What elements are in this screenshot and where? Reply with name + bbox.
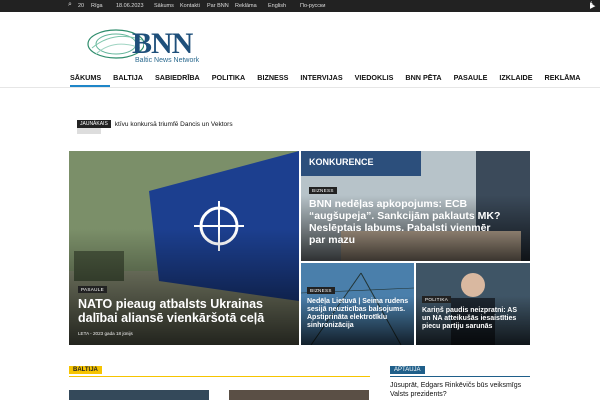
date: 18.06.2023 <box>116 3 144 9</box>
article-meta: LETA - 2023 gada 18 jūnijs <box>78 331 133 336</box>
site-logo[interactable]: BNN Baltic News Network <box>84 24 214 68</box>
nav-item-bnn-peta[interactable]: BNN PĒTA <box>405 69 450 87</box>
featured-article-top-right[interactable]: KONKURENCE BIZNESS BNN nedēļas apkopojum… <box>301 151 530 261</box>
search-icon[interactable]: ⌕ <box>68 1 72 9</box>
nav-divider <box>0 87 600 88</box>
konkurence-label: KONKURENCE <box>309 157 374 167</box>
nav-item-viedoklis[interactable]: VIEDOKLIS <box>355 69 403 87</box>
nav-item-bizness[interactable]: BIZNESS <box>257 69 297 87</box>
headline[interactable]: NATO pieaug atbalsts Ukrainas dalībai al… <box>78 297 288 326</box>
headline[interactable]: Nedēļa Lietuvā | Seima rudens sesijā neu… <box>307 298 411 330</box>
section-baltija[interactable]: BALTIJA <box>69 366 102 374</box>
news-ticker: JAUNĀKAIS ktīvu konkursā triumfē Dancis … <box>77 119 377 134</box>
featured-article-main[interactable]: PASAULE NATO pieaug atbalsts Ukrainas da… <box>69 151 299 345</box>
featured-article-bottom-right[interactable]: POLITIKA Kariņš paudis neizpratni: AS un… <box>416 263 530 345</box>
nav-item-politika[interactable]: POLITIKA <box>212 69 255 87</box>
nav-item-reklama[interactable]: REKLĀMA <box>545 69 590 87</box>
language-english[interactable]: English <box>268 3 286 9</box>
headline[interactable]: Kariņš paudis neizpratni: AS un NA attei… <box>422 307 527 331</box>
category-badge[interactable]: BIZNESS <box>307 287 335 294</box>
youtube-icon[interactable]: ▶ <box>590 2 595 10</box>
ticker-tag: JAUNĀKAIS <box>77 120 111 128</box>
section-aptauja[interactable]: APTAUJA <box>390 366 425 374</box>
top-bar: ⌕ 20 Rīga 18.06.2023 Sākums Kontakti Par… <box>0 0 600 12</box>
article-thumbnail[interactable] <box>69 390 209 400</box>
category-badge[interactable]: PASAULE <box>78 286 107 293</box>
section-aptauja-line <box>390 376 530 377</box>
top-link-contacts[interactable]: Kontakti <box>180 3 200 9</box>
nav-item-baltija[interactable]: BALTIJA <box>113 69 152 87</box>
article-thumbnail[interactable] <box>229 390 369 400</box>
language-russian[interactable]: По-русски <box>300 3 326 9</box>
ticker-controls[interactable] <box>77 128 101 134</box>
featured-article-bottom-left[interactable]: BIZNESS Nedēļa Lietuvā | Seima rudens se… <box>301 263 414 345</box>
top-link-about[interactable]: Par BNN <box>207 3 229 9</box>
logo-subtitle: Baltic News Network <box>135 57 200 64</box>
category-badge[interactable]: BIZNESS <box>309 187 337 194</box>
section-baltija-line <box>69 376 370 377</box>
nav-item-sabiedriba[interactable]: SABIEDRĪBA <box>155 69 209 87</box>
top-link-home[interactable]: Sākums <box>154 3 174 9</box>
nav-item-pasaule[interactable]: PASAULE <box>454 69 497 87</box>
main-nav: SĀKUMS BALTIJA SABIEDRĪBA POLITIKA BIZNE… <box>70 69 580 87</box>
top-link-ads[interactable]: Reklāma <box>235 3 257 9</box>
ticker-text[interactable]: ktīvu konkursā triumfē Dancis un Vektors <box>115 121 233 128</box>
nav-item-sakums[interactable]: SĀKUMS <box>70 69 111 87</box>
weather-city: Rīga <box>91 3 103 9</box>
poll-question[interactable]: Jūsuprāt, Edgars Rinkēvičs būs veiksmīgs… <box>390 381 530 399</box>
logo-title: BNN <box>132 27 193 60</box>
weather-temp: 20 <box>78 3 85 9</box>
nav-item-intervijas[interactable]: INTERVIJAS <box>300 69 351 87</box>
headline[interactable]: BNN nedēļas apkopojums: ECB “augšupeja”.… <box>309 198 509 246</box>
nav-item-izklaide[interactable]: IZKLAIDE <box>499 69 541 87</box>
category-badge[interactable]: POLITIKA <box>422 296 452 303</box>
